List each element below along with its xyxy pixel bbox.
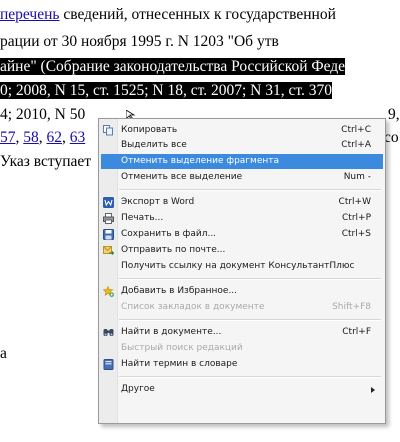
menu-item-print[interactable]: Печать... Ctrl+P [101,211,383,226]
save-icon [103,229,114,240]
word-icon [103,197,114,208]
doc-line-5: 4; 2010, N 50 [0,106,86,123]
menu-item-select-all[interactable]: Выделить все Ctrl+A [101,138,383,153]
menu-item-find-in-document[interactable]: Найти в документе... Ctrl+F [101,325,383,340]
doc-stray-letter: а [0,345,7,362]
menu-item-label: Выделить все [121,140,187,150]
menu-item-shortcut: Ctrl+A [341,140,371,150]
menu-item-get-document-link[interactable]: Получить ссылку на документ КонсультантП… [101,259,383,274]
menu-item-shortcut: Shift+F8 [332,302,371,312]
doc-line-5-right: 9, [388,106,400,123]
menu-item-other[interactable]: Другое [101,382,383,397]
star-add-icon [103,286,114,297]
menu-item-cancel-all-selection[interactable]: Отменить все выделение Num - [101,170,383,185]
menu-separator [119,376,381,378]
menu-item-label: Копировать [121,125,178,135]
menu-item-label: Сохранить в файл... [121,229,217,239]
doc-line-7: Указ вступает [0,153,92,170]
menu-item-shortcut: Num - [343,172,371,182]
doc-link-58[interactable]: 58 [23,129,39,146]
submenu-arrow-icon [371,387,375,393]
printer-icon [103,213,114,224]
menu-item-shortcut: Ctrl+C [341,125,371,135]
menu-item-label: Быстрый поиск редакций [121,343,243,353]
doc-link-57[interactable]: 57 [0,129,16,146]
menu-item-export-word[interactable]: Экспорт в Word Ctrl+W [101,195,383,210]
menu-item-bookmarks-list: Список закладок в документе Shift+F8 [101,300,383,315]
menu-item-label: Отправить по почте... [121,245,226,255]
menu-item-label: Список закладок в документе [121,302,265,312]
selected-text-line-4: 0; 2008, N 15, ст. 1525; N 18, ст. 2007;… [0,82,332,99]
doc-link-63[interactable]: 63 [70,129,86,146]
doc-line-2: рации от 30 ноября 1995 г. N 1203 "Об ут… [0,33,279,50]
menu-item-label: Отменить выделение фрагмента [121,156,280,166]
menu-separator [119,278,381,280]
menu-item-shortcut: Ctrl+P [342,213,371,223]
doc-link-62[interactable]: 62 [47,129,63,146]
menu-item-shortcut: Ctrl+W [338,197,371,207]
menu-item-copy[interactable]: Копировать Ctrl+C [101,123,383,138]
menu-item-send-by-mail[interactable]: Отправить по почте... [101,243,383,258]
menu-item-label: Найти в документе... [121,327,222,337]
doc-line-3: айне" (Собрание законодательства Российс… [0,56,346,78]
doc-line-1: перечень сведений, отнесенных к государс… [0,4,336,26]
menu-item-shortcut: Ctrl+F [342,327,371,337]
menu-item-label: Печать... [121,213,164,223]
menu-item-find-term-in-dictionary[interactable]: Найти термин в словаре [101,357,383,372]
menu-item-label: Получить ссылку на документ КонсультантП… [121,261,355,271]
selected-text-line-3: айне" (Собрание законодательства Российс… [0,58,346,75]
doc-line-1-text: сведений, отнесенных к государственной [59,6,336,23]
menu-separator [119,319,381,321]
context-menu: Копировать Ctrl+C Выделить все Ctrl+A От… [98,118,386,424]
binoculars-icon [103,329,114,336]
mail-icon [103,246,114,255]
menu-item-label: Найти термин в словаре [121,359,238,369]
menu-item-add-to-favorites[interactable]: Добавить в Избранное... [101,284,383,299]
menu-separator [119,189,381,191]
menu-item-cancel-fragment-selection[interactable]: Отменить выделение фрагмента [101,154,383,169]
doc-line-4: 0; 2008, N 15, ст. 1525; N 18, ст. 2007;… [0,80,332,102]
dictionary-icon [103,359,114,370]
doc-line-6: 57, 58, 62, 63 [0,129,86,146]
copy-icon [103,125,113,136]
menu-item-quick-search-editions: Быстрый поиск редакций [101,341,383,356]
menu-item-label: Экспорт в Word [121,197,195,207]
menu-item-label: Добавить в Избранное... [121,286,238,296]
menu-item-shortcut: Ctrl+S [341,229,371,239]
menu-item-label: Отменить все выделение [121,172,243,182]
doc-line-6-right: со [384,129,399,146]
menu-item-save-to-file[interactable]: Сохранить в файл... Ctrl+S [101,227,383,242]
doc-link-perechen[interactable]: перечень [0,6,59,23]
menu-item-label: Другое [121,384,155,394]
